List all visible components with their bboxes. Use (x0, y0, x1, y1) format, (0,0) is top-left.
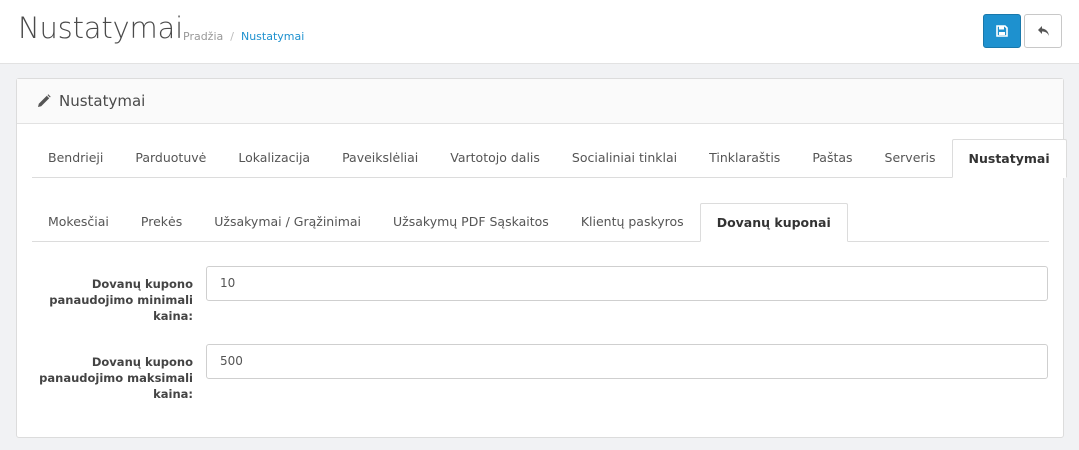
tab-lokalizacija[interactable]: Lokalizacija (222, 139, 326, 177)
max-price-label: Dovanų kupono panaudojimo maksimali kain… (39, 355, 193, 401)
subtab-pdf-saskaitos[interactable]: Užsakymų PDF Sąskaitos (377, 203, 565, 241)
max-price-input[interactable]: 500 (206, 344, 1048, 379)
tab-vartotojo-dalis[interactable]: Vartotojo dalis (434, 139, 556, 177)
tab-socialiniai-tinklai[interactable]: Socialiniai tinklai (556, 139, 693, 177)
settings-panel: Nustatymai Bendrieji Parduotuvė Lokaliza… (16, 78, 1067, 438)
panel-heading: Nustatymai (17, 79, 1063, 124)
pencil-icon (38, 94, 51, 107)
tab-serveris[interactable]: Serveris (869, 139, 952, 177)
subtab-klientu-paskyros[interactable]: Klientų paskyros (565, 203, 700, 241)
reply-arrow-icon (1037, 26, 1049, 36)
tab-pastas[interactable]: Paštas (796, 139, 868, 177)
panel-title: Nustatymai (59, 92, 146, 110)
tab-parduotuve[interactable]: Parduotuvė (119, 139, 222, 177)
tab-tinklarastis[interactable]: Tinklaraštis (693, 139, 796, 177)
main-tabs: Bendrieji Parduotuvė Lokalizacija Paveik… (32, 139, 1067, 178)
breadcrumb-current-link[interactable]: Nustatymai (241, 30, 304, 43)
back-button[interactable] (1024, 14, 1062, 48)
tab-paveiksleliai[interactable]: Paveikslėliai (326, 139, 434, 177)
tab-bendrieji[interactable]: Bendrieji (32, 139, 119, 177)
sub-tabs: Mokesčiai Prekės Užsakymai / Grąžinimai … (32, 202, 1049, 242)
subtab-mokesciai[interactable]: Mokesčiai (32, 203, 125, 241)
min-price-input[interactable]: 10 (206, 266, 1048, 301)
breadcrumb-home-link[interactable]: Pradžia (183, 30, 223, 43)
subtab-uzsakymai-grazinimai[interactable]: Užsakymai / Grąžinimai (198, 203, 377, 241)
save-button[interactable] (983, 14, 1021, 48)
subtab-prekes[interactable]: Prekės (125, 203, 198, 241)
subtab-dovanu-kuponai[interactable]: Dovanų kuponai (699, 203, 848, 242)
breadcrumb: Pradžia / Nustatymai (183, 30, 304, 43)
breadcrumb-separator: / (230, 30, 234, 43)
min-price-label: Dovanų kupono panaudojimo minimali kaina… (49, 277, 193, 323)
tab-nustatymai[interactable]: Nustatymai (951, 139, 1067, 178)
page-header: Nustatymai Pradžia / Nustatymai (0, 0, 1079, 64)
floppy-disk-icon (996, 25, 1008, 37)
page-title: Nustatymai (18, 11, 183, 45)
